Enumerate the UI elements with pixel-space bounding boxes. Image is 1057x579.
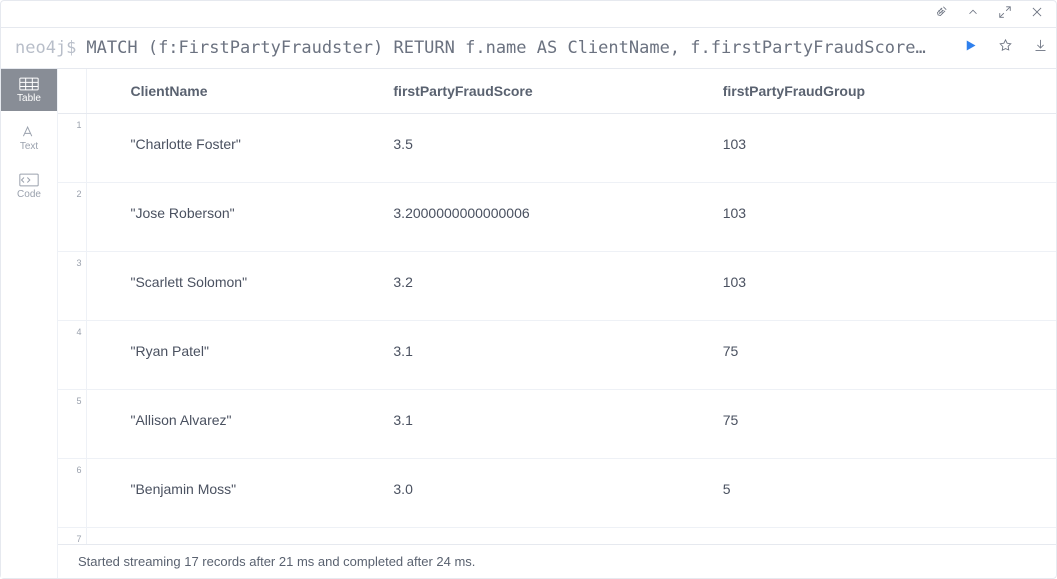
tab-table-label: Table (17, 93, 41, 104)
collapse-icon[interactable] (966, 5, 980, 24)
table-row[interactable]: 1"Charlotte Foster"3.5103 (58, 114, 1056, 183)
cell: "Scarlett Solomon" (86, 252, 385, 321)
row-index: 5 (58, 390, 86, 459)
cell (715, 528, 1056, 545)
query-editor[interactable]: neo4j$ MATCH (f:FirstPartyFraudster) RET… (1, 27, 1056, 69)
col-header[interactable]: firstPartyFraudGroup (715, 69, 1056, 114)
row-index: 2 (58, 183, 86, 252)
tab-text-label: Text (20, 141, 38, 152)
row-index-header (58, 69, 86, 114)
expand-icon[interactable] (998, 5, 1012, 24)
cell: "Jose Roberson" (86, 183, 385, 252)
table-header-row: ClientName firstPartyFraudScore firstPar… (58, 69, 1056, 114)
cell: 3.0 (385, 459, 714, 528)
status-bar: Started streaming 17 records after 21 ms… (58, 544, 1056, 578)
pin-icon[interactable] (934, 5, 948, 24)
table-row[interactable]: 5"Allison Alvarez"3.175 (58, 390, 1056, 459)
cell (86, 528, 385, 545)
cell: "Charlotte Foster" (86, 114, 385, 183)
result-table-wrap[interactable]: ClientName firstPartyFraudScore firstPar… (58, 69, 1056, 544)
run-button[interactable] (963, 38, 978, 58)
cell: 5 (715, 459, 1056, 528)
result-frame: neo4j$ MATCH (f:FirstPartyFraudster) RET… (0, 0, 1057, 579)
cell: "Benjamin Moss" (86, 459, 385, 528)
row-index: 6 (58, 459, 86, 528)
cell: 3.2000000000000006 (385, 183, 714, 252)
result-content: ClientName firstPartyFraudScore firstPar… (57, 69, 1056, 578)
tab-text[interactable]: Text (1, 117, 57, 159)
col-header[interactable]: firstPartyFraudScore (385, 69, 714, 114)
table-icon (19, 77, 39, 91)
col-header[interactable]: ClientName (86, 69, 385, 114)
cell: "Allison Alvarez" (86, 390, 385, 459)
table-row[interactable]: 3"Scarlett Solomon"3.2103 (58, 252, 1056, 321)
status-text: Started streaming 17 records after 21 ms… (78, 554, 475, 569)
cell: 3.1 (385, 321, 714, 390)
close-icon[interactable] (1030, 5, 1044, 24)
text-icon (19, 125, 39, 139)
row-index: 1 (58, 114, 86, 183)
table-row[interactable]: 6"Benjamin Moss"3.05 (58, 459, 1056, 528)
download-icon[interactable] (1033, 38, 1048, 58)
cell (385, 528, 714, 545)
cell: 75 (715, 321, 1056, 390)
table-row[interactable]: 7 (58, 528, 1056, 545)
cell: "Ryan Patel" (86, 321, 385, 390)
tab-code[interactable]: Code (1, 165, 57, 207)
table-row[interactable]: 2"Jose Roberson"3.2000000000000006103 (58, 183, 1056, 252)
cell: 3.1 (385, 390, 714, 459)
tab-code-label: Code (17, 189, 41, 200)
cell: 75 (715, 390, 1056, 459)
code-icon (19, 173, 39, 187)
window-controls (1, 1, 1056, 27)
cell: 3.5 (385, 114, 714, 183)
row-index: 3 (58, 252, 86, 321)
editor-actions (955, 38, 1048, 58)
result-table: ClientName firstPartyFraudScore firstPar… (58, 69, 1056, 544)
table-row[interactable]: 4"Ryan Patel"3.175 (58, 321, 1056, 390)
query-text[interactable]: MATCH (f:FirstPartyFraudster) RETURN f.n… (86, 38, 945, 58)
result-body: Table Text Code (1, 69, 1056, 578)
cell: 103 (715, 183, 1056, 252)
favorite-icon[interactable] (998, 38, 1013, 58)
prompt-label: neo4j$ (15, 38, 76, 58)
cell: 103 (715, 114, 1056, 183)
cell: 103 (715, 252, 1056, 321)
row-index: 7 (58, 528, 86, 545)
cell: 3.2 (385, 252, 714, 321)
tab-table[interactable]: Table (1, 69, 57, 111)
row-index: 4 (58, 321, 86, 390)
view-switcher: Table Text Code (1, 69, 57, 578)
